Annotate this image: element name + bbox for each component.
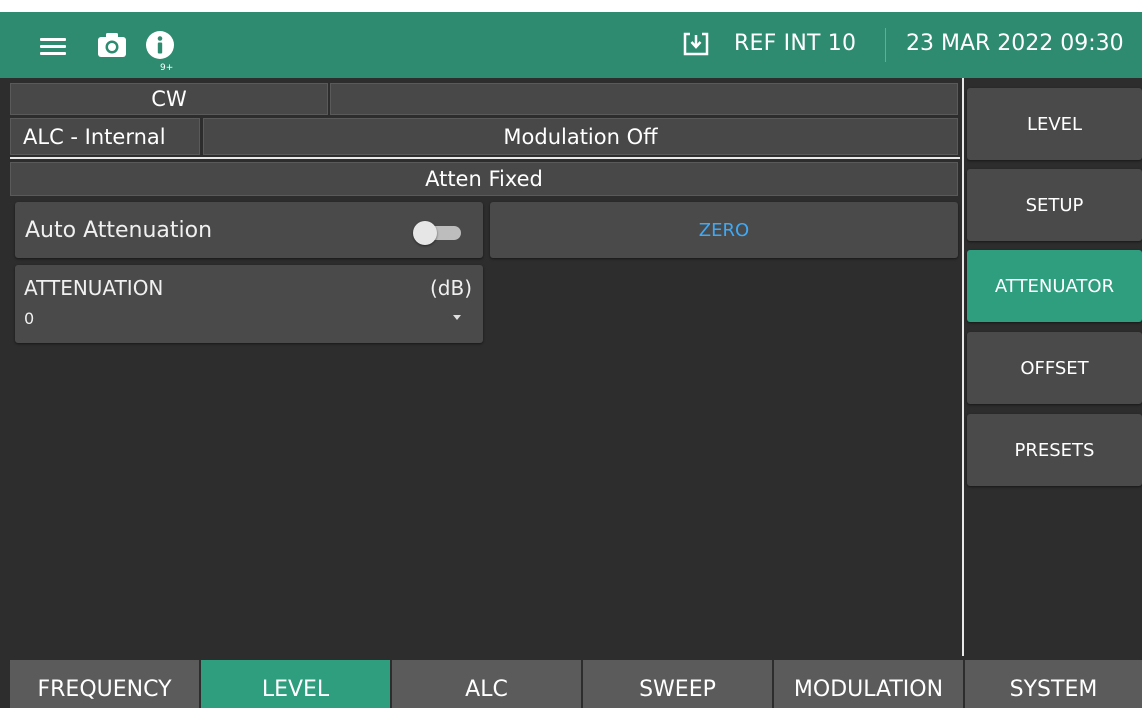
auto-attenuation-label: Auto Attenuation: [25, 218, 213, 243]
tab-sweep[interactable]: SWEEP: [583, 660, 772, 708]
side-nav-setup[interactable]: SETUP: [967, 169, 1142, 241]
side-nav-offset[interactable]: OFFSET: [967, 332, 1142, 404]
attenuation-label: ATTENUATION: [24, 276, 164, 300]
attenuation-value[interactable]: 0: [24, 309, 34, 328]
download-box-icon: [683, 32, 709, 56]
camera-icon[interactable]: [97, 32, 127, 58]
zero-button[interactable]: ZERO: [490, 202, 958, 258]
tab-frequency[interactable]: FREQUENCY: [10, 660, 199, 708]
modulation-status: Modulation Off: [203, 118, 958, 155]
mode-detail-status: [330, 83, 958, 115]
attenuation-unit: (dB): [429, 276, 472, 300]
tab-alc[interactable]: ALC: [392, 660, 581, 708]
tab-level[interactable]: LEVEL: [201, 660, 390, 708]
mode-status: CW: [10, 83, 328, 115]
hamburger-menu-icon[interactable]: [40, 36, 66, 56]
reference-status: REF INT 10: [734, 31, 857, 56]
side-nav-attenuator[interactable]: ATTENUATOR: [967, 250, 1142, 322]
notification-badge: 9+: [160, 63, 174, 73]
date-time: 23 MAR 2022 09:30: [906, 31, 1124, 56]
auto-attenuation-row: Auto Attenuation: [15, 202, 483, 258]
side-nav-presets[interactable]: PRESETS: [967, 414, 1142, 486]
toggle-thumb: [413, 221, 437, 245]
dropdown-caret-icon[interactable]: [453, 315, 461, 320]
topbar-divider: [885, 28, 886, 62]
side-nav-divider: [962, 78, 964, 656]
side-nav-level[interactable]: LEVEL: [967, 88, 1142, 160]
alc-status: ALC - Internal: [10, 118, 200, 155]
app-window: 9+ REF INT 10 23 MAR 2022 09:30 CW ALC -…: [0, 12, 1142, 708]
tab-modulation[interactable]: MODULATION: [774, 660, 963, 708]
auto-attenuation-toggle[interactable]: [413, 221, 461, 245]
attenuation-field[interactable]: ATTENUATION (dB) 0: [15, 265, 483, 343]
top-bar: 9+ REF INT 10 23 MAR 2022 09:30: [0, 12, 1142, 78]
attenuation-state-status: Atten Fixed: [10, 162, 958, 196]
status-separator: [10, 157, 960, 159]
info-icon[interactable]: [145, 30, 175, 60]
tab-system[interactable]: SYSTEM: [965, 660, 1142, 708]
